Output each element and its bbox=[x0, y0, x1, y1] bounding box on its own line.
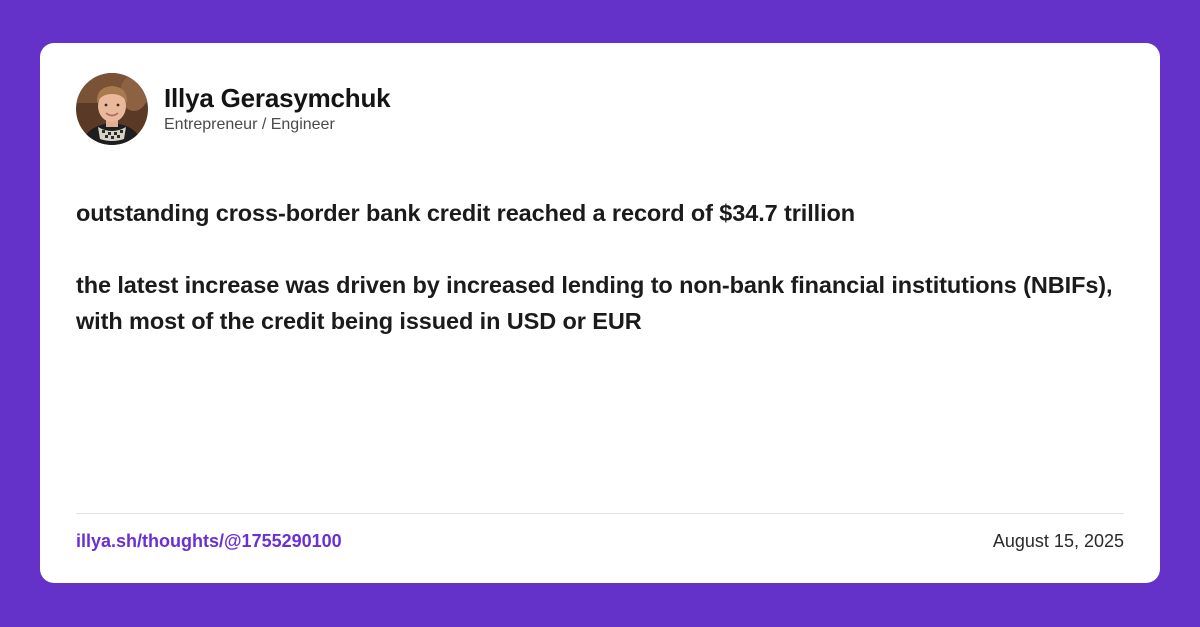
author-name: Illya Gerasymchuk bbox=[164, 83, 391, 113]
post-paragraph: outstanding cross-border bank credit rea… bbox=[76, 200, 856, 226]
profile-photo-icon bbox=[76, 73, 148, 145]
post-body: outstanding cross-border bank credit rea… bbox=[76, 195, 1126, 375]
thought-card: Illya Gerasymchuk Entrepreneur / Enginee… bbox=[40, 43, 1160, 583]
author-info: Illya Gerasymchuk Entrepreneur / Enginee… bbox=[164, 83, 391, 135]
post-paragraph: the latest increase was driven by increa… bbox=[76, 272, 1113, 334]
post-date: August 15, 2025 bbox=[992, 531, 1124, 551]
author-header: Illya Gerasymchuk Entrepreneur / Enginee… bbox=[76, 73, 391, 145]
footer-divider bbox=[76, 513, 1124, 514]
author-role: Entrepreneur / Engineer bbox=[164, 116, 335, 133]
avatar bbox=[76, 73, 148, 145]
permalink[interactable]: illya.sh/thoughts/@1755290100 bbox=[76, 530, 342, 552]
